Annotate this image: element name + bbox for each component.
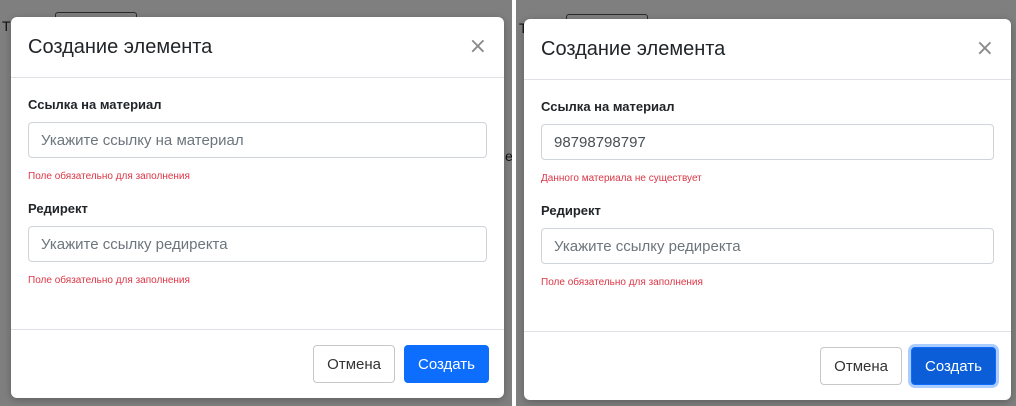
dialog-body: Ссылка на материал Поле обязательно для … — [11, 78, 504, 329]
material-link-input[interactable] — [541, 124, 994, 160]
redirect-label: Редирект — [28, 201, 88, 216]
create-item-dialog: Создание элемента × Ссылка на материал П… — [11, 17, 504, 398]
dialog-body: Ссылка на материал Данного материала не … — [524, 80, 1011, 331]
material-link-group: Ссылка на материал Поле обязательно для … — [28, 97, 487, 182]
dialog-footer: Отмена Создать — [524, 331, 1011, 400]
create-button[interactable]: Создать — [910, 347, 996, 385]
dialog-footer: Отмена Создать — [11, 329, 504, 398]
redirect-group: Редирект Поле обязательно для заполнения — [541, 203, 994, 288]
material-link-label: Ссылка на материал — [28, 97, 162, 112]
dialog-header: Создание элемента × — [524, 19, 1011, 80]
cancel-button[interactable]: Отмена — [313, 345, 395, 383]
redirect-label: Редирект — [541, 203, 601, 218]
close-icon[interactable]: × — [976, 38, 994, 60]
redirect-input[interactable] — [541, 228, 994, 264]
cancel-button[interactable]: Отмена — [820, 347, 902, 385]
left-screenshot: T e Создание элемента × Ссылка на матери… — [0, 0, 512, 406]
dialog-title: Создание элемента — [28, 35, 213, 58]
redirect-error: Поле обязательно для заполнения — [28, 275, 190, 286]
material-link-error: Поле обязательно для заполнения — [28, 171, 190, 182]
redirect-error: Поле обязательно для заполнения — [541, 277, 703, 288]
create-button[interactable]: Создать — [403, 345, 489, 383]
material-link-group: Ссылка на материал Данного материала не … — [541, 99, 994, 184]
right-screenshot: T Создание элемента × Ссылка на материал… — [516, 0, 1016, 406]
dialog-header: Создание элемента × — [11, 17, 504, 78]
close-icon[interactable]: × — [469, 36, 487, 58]
material-link-label: Ссылка на материал — [541, 99, 675, 114]
material-link-error: Данного материала не существует — [541, 173, 702, 184]
redirect-input[interactable] — [28, 226, 487, 262]
material-link-input[interactable] — [28, 122, 487, 158]
redirect-group: Редирект Поле обязательно для заполнения — [28, 201, 487, 286]
dialog-title: Создание элемента — [541, 37, 726, 60]
create-item-dialog: Создание элемента × Ссылка на материал Д… — [524, 19, 1011, 400]
